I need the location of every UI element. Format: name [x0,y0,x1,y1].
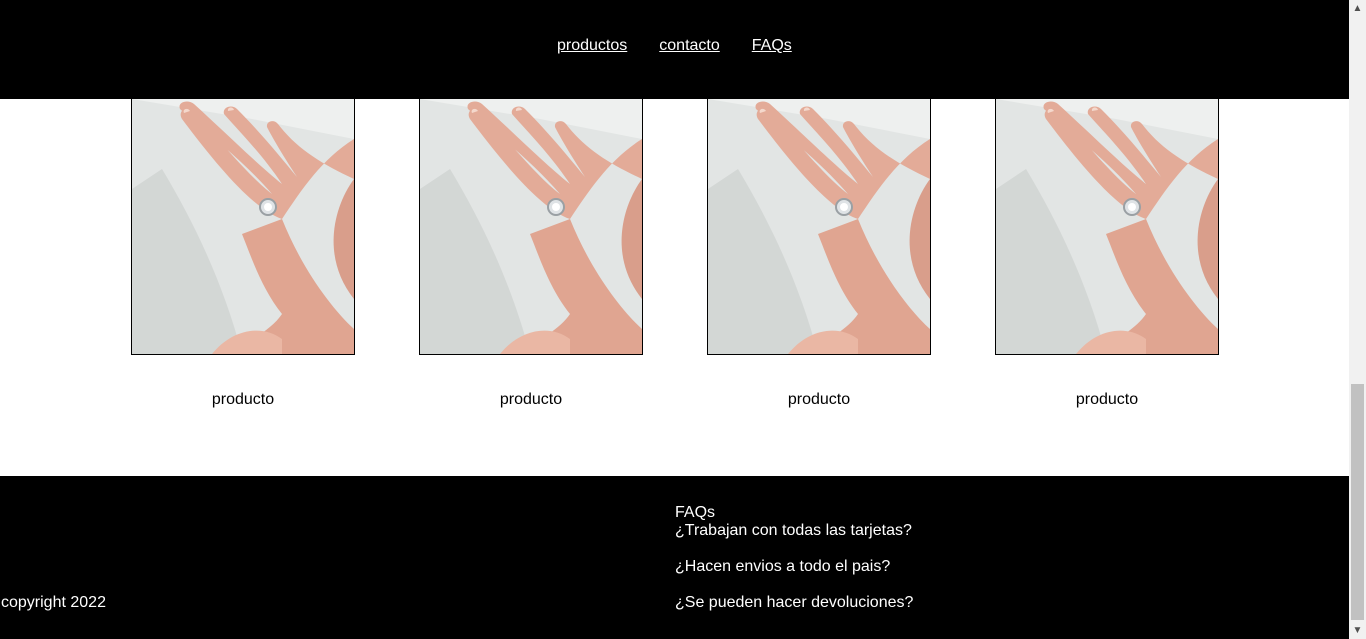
scroll-up-arrow-icon[interactable]: ▲ [1349,0,1366,17]
faq-question[interactable]: ¿Hacen envios a todo el pais? [675,558,913,576]
page: productos contacto FAQs producto product… [0,0,1349,639]
site-header: productos contacto FAQs [0,0,1349,99]
scrollbar-thumb[interactable] [1351,384,1364,620]
faq-title: FAQs [675,504,716,521]
nav-link-contacto[interactable]: contacto [659,37,719,55]
main-nav: productos contacto FAQs [557,37,792,55]
product-image[interactable] [419,99,643,355]
faq-question[interactable]: ¿Se pueden hacer devoluciones? [675,594,913,612]
faq-section: FAQs ¿Trabajan con todas las tarjetas? ¿… [675,504,913,630]
faq-question[interactable]: ¿Trabajan con todas las tarjetas? [675,522,913,540]
product-name: producto [1075,391,1139,408]
copyright-text: copyright 2022 [1,594,106,611]
nav-link-productos[interactable]: productos [557,37,627,55]
product-image[interactable] [707,99,931,355]
product-card[interactable]: producto [995,99,1219,409]
product-image[interactable] [131,99,355,355]
product-name: producto [499,391,563,408]
site-footer: copyright 2022 FAQs ¿Trabajan con todas … [0,476,1349,639]
products-grid: producto producto producto producto [0,99,1349,476]
product-card[interactable]: producto [131,99,355,409]
vertical-scrollbar[interactable]: ▲ ▼ [1349,0,1366,639]
product-image[interactable] [995,99,1219,355]
product-name: producto [211,391,275,408]
scroll-down-arrow-icon[interactable]: ▼ [1349,622,1366,639]
product-card[interactable]: producto [707,99,931,409]
product-name: producto [787,391,851,408]
product-card[interactable]: producto [419,99,643,409]
nav-link-faqs[interactable]: FAQs [752,37,792,55]
